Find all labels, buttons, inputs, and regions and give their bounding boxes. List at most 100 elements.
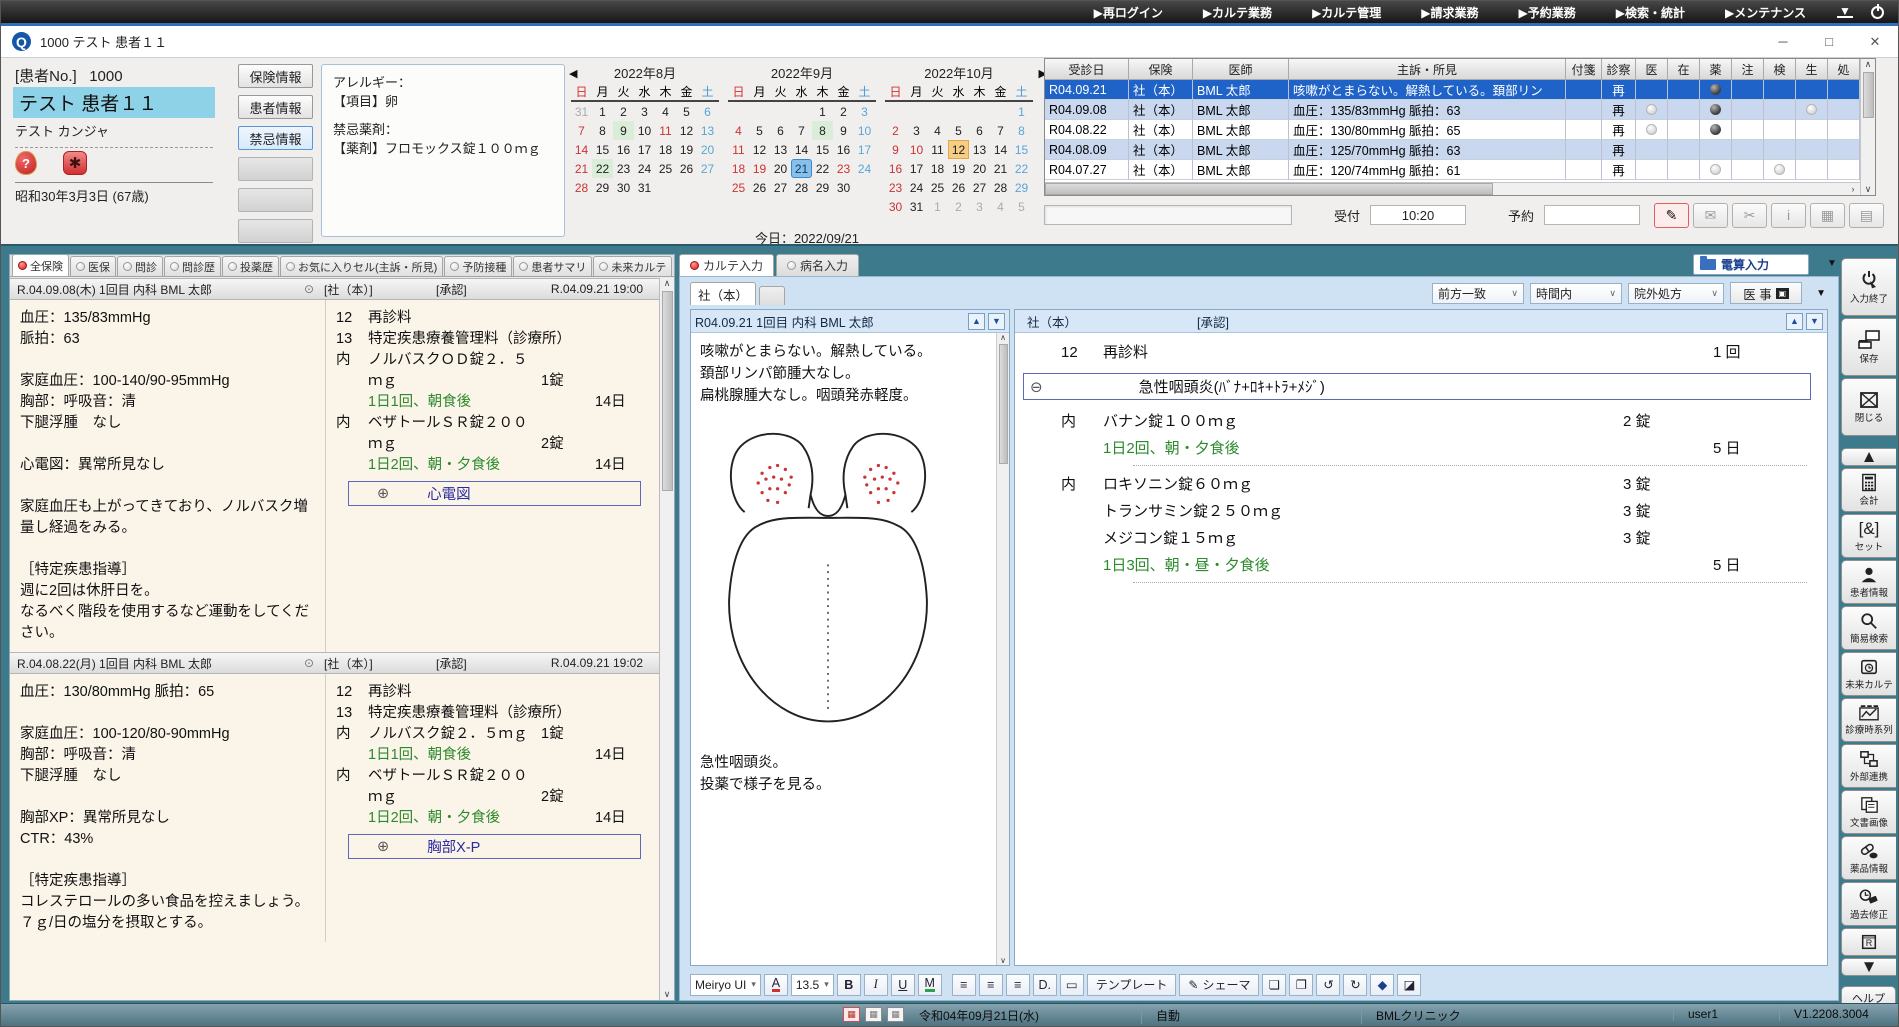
calendar-day[interactable]: 28 — [791, 178, 812, 197]
calendar-day[interactable]: 17 — [906, 159, 927, 178]
calendar-day[interactable]: 1 — [592, 102, 613, 121]
schema-button[interactable]: ✎シェーマ — [1179, 974, 1259, 996]
calendar-day[interactable]: 11 — [927, 140, 948, 159]
calendar-day[interactable]: 10 — [634, 121, 655, 140]
sidebar-閉じる-button[interactable]: 閉じる — [1841, 378, 1896, 436]
calendar-day[interactable]: 19 — [948, 159, 969, 178]
patient-button-2[interactable]: 患者情報 — [238, 95, 313, 119]
calendar-day[interactable]: 26 — [749, 178, 770, 197]
calendar-day[interactable]: 25 — [728, 178, 749, 197]
calendar-day[interactable]: 19 — [676, 140, 697, 159]
calendar-day[interactable]: 26 — [948, 178, 969, 197]
calendar-day[interactable]: 14 — [990, 140, 1011, 159]
sidebar-簡易検索-button[interactable]: 簡易検索 — [1841, 606, 1896, 650]
calendar-day[interactable]: 10 — [906, 140, 927, 159]
visit-row[interactable]: R04.09.21社（本）BML 太郎咳嗽がとまらない。解熱している。頚部リン再 — [1045, 80, 1860, 100]
visit-col-header[interactable]: 注 — [1732, 59, 1764, 80]
sidebar-down-button[interactable]: ▼ — [1841, 958, 1896, 976]
calendar-day[interactable]: 8 — [812, 121, 833, 140]
sidebar-receipt-button[interactable]: R — [1841, 928, 1896, 956]
history-tab[interactable]: お気に入りセル(主訴・所見) — [280, 256, 443, 276]
calendar-day[interactable]: 9 — [833, 121, 854, 140]
calendar-day[interactable]: 4 — [927, 121, 948, 140]
visit-row[interactable]: R04.07.27社（本）BML 太郎血圧：120/74mmHg 脈拍：61再 — [1045, 160, 1860, 180]
reception-send-button[interactable]: ✉ — [1693, 203, 1728, 228]
calendar-day[interactable]: 10 — [854, 121, 875, 140]
insurance-tab[interactable]: 社（本） — [690, 282, 756, 305]
calendar-day[interactable]: 13 — [770, 140, 791, 159]
calendar-day[interactable]: 4 — [655, 102, 676, 121]
close-button[interactable]: ✕ — [1852, 26, 1898, 57]
rx-select[interactable]: 院外処方∨ — [1628, 283, 1724, 304]
reception-pen-button[interactable]: ✎ — [1654, 203, 1689, 228]
visit-row[interactable]: R04.08.09社（本）BML 太郎血圧：125/70mmHg 脈拍：63再 — [1045, 140, 1860, 160]
editor-scroll-up-icon[interactable]: ∧ — [1000, 333, 1006, 342]
calendar-day[interactable]: 23 — [833, 159, 854, 178]
visit-col-header[interactable]: 薬 — [1700, 59, 1732, 80]
menu-item[interactable]: ▶再ログイン — [1074, 4, 1183, 21]
visit-col-header[interactable]: 受診日 — [1045, 59, 1129, 80]
redo-button[interactable]: ↻ — [1343, 974, 1367, 996]
calendar-day[interactable]: 29 — [1011, 178, 1032, 197]
undo-button[interactable]: ↺ — [1316, 974, 1340, 996]
vscroll-down-icon[interactable]: ∨ — [1865, 184, 1872, 195]
ruler-button[interactable]: ▭ — [1060, 974, 1084, 996]
italic-button[interactable]: I — [864, 974, 888, 996]
sidebar-文書画像-button[interactable]: 文書画像 — [1841, 790, 1896, 834]
history-tab[interactable]: 全保険 — [12, 255, 69, 276]
calendar-day[interactable]: 4 — [728, 121, 749, 140]
order-link-box[interactable]: ⊕胸部X-P — [348, 834, 641, 859]
calendar-day[interactable]: 26 — [676, 159, 697, 178]
menu-item[interactable]: ▶カルテ管理 — [1292, 4, 1401, 21]
calendar-day[interactable]: 5 — [749, 121, 770, 140]
sidebar-診療時系列-button[interactable]: 診療時系列 — [1841, 698, 1896, 742]
download-icon[interactable]: ▼ — [1832, 4, 1858, 20]
align-right-button[interactable]: ≡ — [1006, 974, 1030, 996]
blood-type-icon[interactable]: ? — [15, 151, 37, 175]
calendar-day[interactable]: 3 — [906, 121, 927, 140]
densan-input-button[interactable]: 電算入力 — [1693, 254, 1809, 275]
history-scroll-up-icon[interactable]: ∧ — [664, 278, 671, 289]
calendar-day[interactable]: 31 — [906, 197, 927, 216]
calendar-day[interactable]: 17 — [634, 140, 655, 159]
collapse-icon[interactable]: ⊖ — [1030, 378, 1043, 396]
visit-col-header[interactable]: 在 — [1668, 59, 1700, 80]
menu-item[interactable]: ▶メンテナンス — [1705, 4, 1826, 21]
jump-bottom-icon[interactable]: ▼ — [988, 313, 1005, 330]
calendar-day[interactable]: 16 — [613, 140, 634, 159]
karte-tab[interactable]: 病名入力 — [776, 254, 859, 276]
sidebar-保存-button[interactable]: 保存 — [1841, 318, 1896, 376]
calendar-day[interactable]: 3 — [854, 102, 875, 121]
calendar-day[interactable]: 9 — [885, 140, 906, 159]
visit-vscrollbar[interactable]: ∧ ∨ — [1860, 59, 1875, 195]
jump-top-icon[interactable]: ▲ — [1786, 313, 1803, 330]
calendar-day[interactable]: 27 — [697, 159, 718, 178]
calendar-day[interactable]: 14 — [791, 140, 812, 159]
calendar-day[interactable]: 29 — [592, 178, 613, 197]
copy-button[interactable]: ❏ — [1262, 974, 1286, 996]
sidebar-入力終了-button[interactable]: 入力終了 — [1841, 258, 1896, 316]
iji-button[interactable]: 医 事▣ — [1730, 282, 1802, 304]
sidebar-up-button[interactable]: ▲ — [1841, 448, 1896, 466]
calendar-day[interactable]: 13 — [697, 121, 718, 140]
calendar-day[interactable]: 7 — [571, 121, 592, 140]
calendar-day[interactable]: 1 — [812, 102, 833, 121]
patient-button-3[interactable]: 禁忌情報 — [238, 126, 313, 150]
visit-col-header[interactable]: 診察 — [1602, 59, 1636, 80]
font-size-select[interactable]: 13.5▾ — [791, 974, 834, 996]
menu-item[interactable]: ▶検索・統計 — [1596, 4, 1705, 21]
history-tab[interactable]: 未来カルテ — [593, 256, 672, 276]
calendar-day[interactable]: 6 — [770, 121, 791, 140]
calendar-day[interactable]: 6 — [969, 121, 990, 140]
visit-col-header[interactable]: 検 — [1764, 59, 1796, 80]
calendar-day[interactable]: 20 — [697, 140, 718, 159]
jump-top-icon[interactable]: ▲ — [968, 313, 985, 330]
minimize-button[interactable]: ─ — [1760, 26, 1806, 57]
densan-caret-icon[interactable]: ▼ — [1827, 258, 1837, 269]
maximize-button[interactable]: □ — [1806, 26, 1852, 57]
calendar-day[interactable]: 11 — [655, 121, 676, 140]
font-color-button[interactable]: A — [764, 974, 788, 996]
calendar-day[interactable]: 17 — [854, 140, 875, 159]
calendar-day[interactable]: 27 — [969, 178, 990, 197]
calendar-day[interactable]: 30 — [613, 178, 634, 197]
